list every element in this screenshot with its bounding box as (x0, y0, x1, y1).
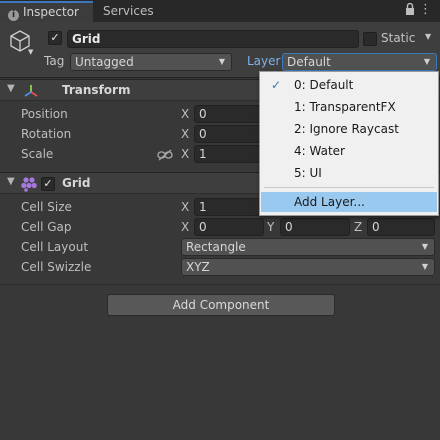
foldout-arrow-icon[interactable]: ▼ (7, 83, 15, 94)
add-component-button[interactable]: Add Component (107, 294, 335, 316)
grid-enabled-checkbox[interactable]: ✓ (41, 177, 55, 191)
grid-title: Grid (62, 176, 91, 190)
foldout-arrow-icon[interactable]: ▼ (7, 176, 15, 187)
constrain-proportions-icon[interactable] (157, 149, 173, 161)
static-dropdown-arrow-icon[interactable]: ▼ (425, 32, 431, 41)
transform-title: Transform (62, 83, 131, 97)
transform-axes-icon (23, 83, 39, 99)
cell-swizzle-value: XYZ (186, 260, 210, 274)
layer-menu-item-ui[interactable]: 5: UI (261, 163, 437, 183)
layer-dropdown[interactable]: Default ▼ (282, 53, 437, 71)
layer-label: Layer (247, 54, 281, 68)
layer-menu-item-default[interactable]: ✓ 0: Default (261, 75, 437, 95)
cell-layout-value: Rectangle (186, 240, 246, 254)
menu-separator (264, 187, 434, 188)
scale-x-label[interactable]: X (181, 147, 189, 161)
kebab-menu-icon[interactable]: ⋮ (419, 2, 432, 17)
scale-x-field[interactable]: 1 (194, 145, 264, 163)
checkmark-icon: ✓ (271, 78, 282, 92)
grid-component-icon (21, 176, 37, 192)
tab-services[interactable]: Services (103, 1, 154, 22)
chevron-down-icon: ▼ (421, 262, 428, 271)
cell-gap-z-field[interactable]: 0 (367, 218, 435, 236)
cell-gap-y-field[interactable]: 0 (280, 218, 350, 236)
component-divider (0, 284, 440, 285)
tag-value: Untagged (75, 55, 134, 69)
layer-menu-item-label: 0: Default (294, 78, 354, 92)
icon-dropdown-arrow-icon[interactable]: ▼ (28, 48, 33, 56)
position-x-field[interactable]: 0 (194, 105, 264, 123)
layer-value: Default (287, 55, 331, 69)
active-checkbox[interactable]: ✓ (48, 31, 62, 45)
cell-gap-y-label[interactable]: Y (267, 220, 274, 234)
info-icon: i (8, 10, 19, 21)
cell-size-x-field[interactable]: 1 (194, 198, 264, 216)
position-label: Position (21, 107, 68, 121)
layer-menu-item-ignore-raycast[interactable]: 2: Ignore Raycast (261, 119, 437, 139)
chevron-down-icon: ▼ (423, 57, 430, 66)
cell-size-x-label[interactable]: X (181, 200, 189, 214)
cell-swizzle-dropdown[interactable]: XYZ ▼ (181, 258, 435, 276)
tab-inspector[interactable]: i Inspector (0, 1, 93, 22)
add-layer-menu-item[interactable]: Add Layer... (261, 192, 437, 212)
layer-menu-item-water[interactable]: 4: Water (261, 141, 437, 161)
cell-layout-dropdown[interactable]: Rectangle ▼ (181, 238, 435, 256)
layer-menu-item-transparentfx[interactable]: 1: TransparentFX (261, 97, 437, 117)
cell-swizzle-label: Cell Swizzle (21, 260, 92, 274)
tag-label: Tag (44, 54, 65, 68)
layer-popup-menu: ✓ 0: Default 1: TransparentFX 2: Ignore … (259, 71, 439, 216)
rotation-x-field[interactable]: 0 (194, 125, 264, 143)
tag-dropdown[interactable]: Untagged ▼ (70, 53, 232, 71)
position-x-label[interactable]: X (181, 107, 189, 121)
scale-label: Scale (21, 147, 54, 161)
cell-layout-label: Cell Layout (21, 240, 89, 254)
tab-bar: i Inspector Services ⋮ (0, 0, 440, 22)
lock-icon[interactable] (405, 2, 415, 18)
object-header: ▼ ✓ Grid Static ▼ Tag Untagged ▼ Layer D… (0, 22, 440, 78)
object-name-field[interactable]: Grid (67, 30, 359, 48)
rotation-x-label[interactable]: X (181, 127, 189, 141)
rotation-label: Rotation (21, 127, 72, 141)
cell-gap-x-field[interactable]: 0 (194, 218, 264, 236)
static-label: Static (381, 31, 416, 45)
static-checkbox[interactable] (363, 32, 377, 46)
chevron-down-icon: ▼ (218, 57, 225, 66)
cell-gap-label: Cell Gap (21, 220, 72, 234)
cell-size-label: Cell Size (21, 200, 72, 214)
tab-inspector-label: Inspector (23, 5, 79, 19)
chevron-down-icon: ▼ (421, 242, 428, 251)
cell-gap-x-label[interactable]: X (181, 220, 189, 234)
cell-gap-z-label[interactable]: Z (354, 220, 362, 234)
